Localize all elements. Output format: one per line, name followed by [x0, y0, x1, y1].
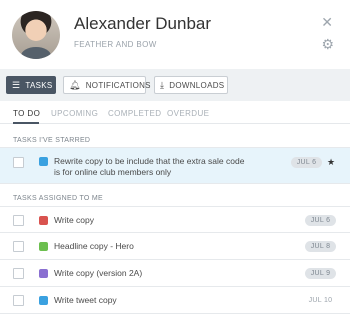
due-date-label: JUL 10 — [308, 297, 333, 304]
close-icon[interactable]: ✕ — [321, 15, 333, 29]
task-title-line-1: Rewrite copy to be include that the extr… — [54, 156, 245, 166]
avatar — [12, 11, 60, 59]
task-title: Write copy — [54, 215, 94, 225]
task-checkbox[interactable] — [13, 157, 24, 168]
bell-icon: 🔔︎ — [69, 79, 81, 90]
star-icon[interactable]: ★ — [327, 158, 335, 167]
sheet-icon — [39, 242, 48, 251]
toolbar: ☰ TASKS 🔔︎ NOTIFICATIONS ⤓ DOWNLOADS — [0, 69, 350, 101]
twitter-icon — [39, 296, 48, 305]
download-icon: ⤓ — [160, 79, 165, 90]
task-row[interactable]: Write copy (version 2A) JUL 9 — [0, 260, 350, 287]
due-date-badge: JUL 6 — [291, 157, 322, 168]
task-row[interactable]: Write copy JUL 6 — [0, 206, 350, 233]
tab-overdue[interactable]: OVERDUE — [167, 109, 209, 118]
task-row[interactable]: Write tweet copy JUL 10 — [0, 287, 350, 314]
tasks-button[interactable]: ☰ TASKS — [6, 76, 56, 94]
starred-task-row[interactable]: Rewrite copy to be include that the extr… — [0, 147, 350, 184]
tasks-button-label: TASKS — [25, 80, 53, 90]
youtube-icon — [39, 216, 48, 225]
task-title-line-2: is for online club members only — [54, 167, 172, 177]
task-title: Headline copy - Hero — [54, 241, 134, 251]
task-title: Write copy (version 2A) — [54, 268, 143, 278]
list-icon: ☰ — [12, 79, 21, 90]
tab-upcoming[interactable]: UPCOMING — [51, 109, 98, 118]
task-checkbox[interactable] — [13, 215, 24, 226]
profile-organization: FEATHER AND BOW — [74, 40, 157, 49]
task-checkbox[interactable] — [13, 295, 24, 306]
notifications-button[interactable]: 🔔︎ NOTIFICATIONS — [63, 76, 151, 94]
twitter-icon — [39, 157, 48, 166]
notifications-button-label: NOTIFICATIONS — [85, 80, 151, 90]
section-title-assigned: TASKS ASSIGNED TO ME — [13, 195, 104, 202]
task-checkbox[interactable] — [13, 268, 24, 279]
task-row[interactable]: Headline copy - Hero JUL 8 — [0, 233, 350, 260]
gear-icon[interactable]: ⚙ — [321, 37, 334, 51]
profile-name: Alexander Dunbar — [74, 14, 212, 33]
downloads-button[interactable]: ⤓ DOWNLOADS — [154, 76, 228, 94]
due-date-badge: JUL 6 — [305, 215, 336, 226]
tab-completed[interactable]: COMPLETED — [108, 109, 161, 118]
task-filter-tabs: TO DO UPCOMING COMPLETED OVERDUE — [0, 102, 350, 124]
due-date-badge: JUL 9 — [305, 268, 336, 279]
downloads-button-label: DOWNLOADS — [169, 80, 225, 90]
tab-to-do[interactable]: TO DO — [13, 109, 40, 118]
tag-icon — [39, 269, 48, 278]
active-tab-indicator — [13, 122, 39, 124]
task-title: Write tweet copy — [54, 295, 117, 305]
profile-header: Alexander Dunbar FEATHER AND BOW ✕ ⚙ — [0, 0, 350, 68]
section-title-starred: TASKS I'VE STARRED — [13, 137, 91, 144]
due-date-badge: JUL 8 — [305, 241, 336, 252]
task-checkbox[interactable] — [13, 241, 24, 252]
